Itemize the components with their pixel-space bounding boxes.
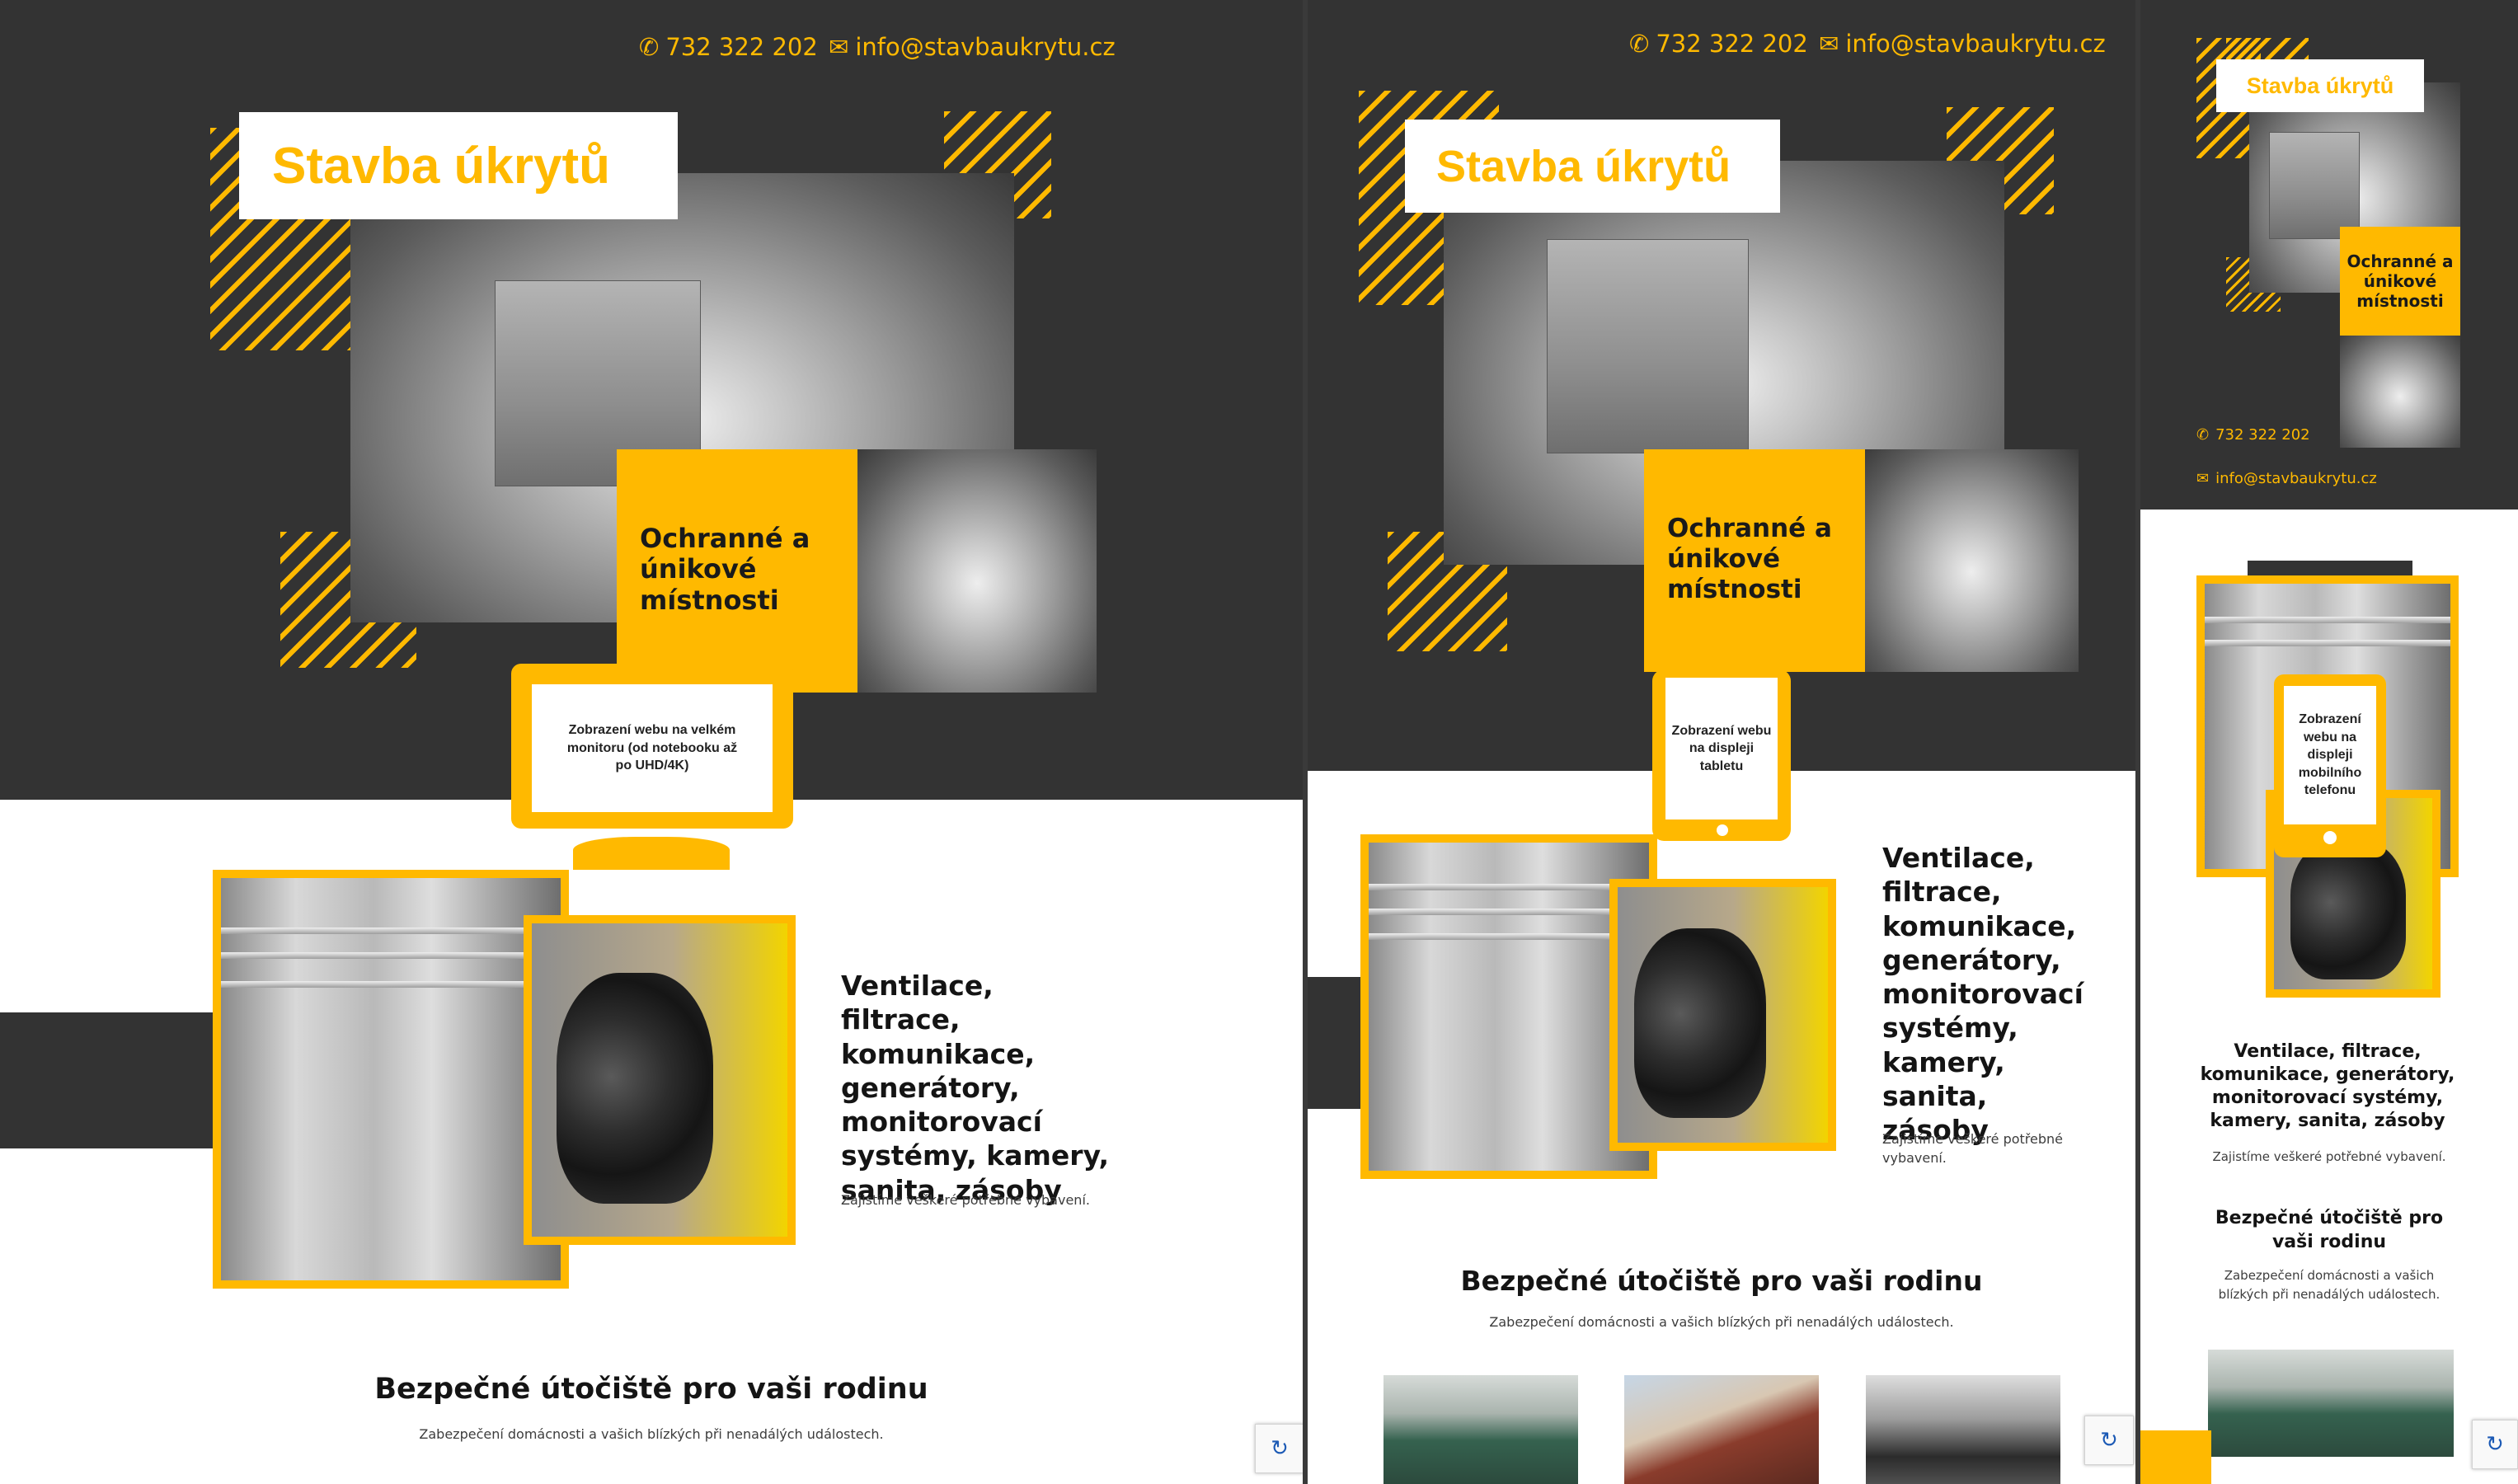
section-title: Bezpečné útočiště pro vaši rodinu <box>2215 1208 2444 1252</box>
brand-title: Stavba úkrytů <box>2246 73 2394 98</box>
concrete-pillar <box>1547 239 1749 453</box>
section-title: Bezpečné útočiště pro vaši rodinu <box>374 1373 928 1406</box>
corridor-photo <box>221 878 561 1280</box>
email-address: info@stavbaukrytu.cz <box>855 33 1116 61</box>
ventilation-unit <box>2290 839 2406 979</box>
hero-badge-text: Ochranné a únikové místnosti <box>2347 251 2454 311</box>
feature-text: Zajistíme veškeré potřebné vybavení. <box>1882 1131 2063 1167</box>
phone-icon: ✆ <box>639 32 660 61</box>
device-caption: Zobrazení webu na displeji mobilního tel… <box>2298 712 2362 798</box>
ventilation-photo <box>532 923 787 1237</box>
mobile-preview: Stavba úkrytů Ochranné a únikové místnos… <box>2140 0 2518 1484</box>
gallery-photo-rescue[interactable] <box>1866 1375 2060 1484</box>
phone-number: 732 322 202 <box>1656 30 1808 58</box>
section-text: Zabezpečení domácnosti a vašich blízkých… <box>419 1426 884 1442</box>
monitor-screen: Zobrazení webu na velkém monitoru (od no… <box>532 684 773 812</box>
recaptcha-badge[interactable]: ↻ <box>2084 1416 2134 1465</box>
brand-title: Stavba úkrytů <box>272 137 611 195</box>
gallery-photo-shelter-hall[interactable] <box>1383 1375 1578 1484</box>
ventilation-unit <box>557 973 713 1204</box>
phone-icon: ✆ <box>2196 425 2210 444</box>
bunker-photo-small <box>2340 334 2460 448</box>
section-text: Zabezpečení domácnosti a vašich blízkých… <box>1489 1314 1954 1330</box>
gallery-photo-shelter-hall[interactable] <box>2208 1350 2454 1457</box>
tablet-home-button <box>1717 824 1728 836</box>
corridor-photo <box>1369 843 1649 1171</box>
device-caption: Zobrazení webu na displeji tabletu <box>1671 723 1772 773</box>
email-address: info@stavbaukrytu.cz <box>1845 30 2106 58</box>
hero-badge: Ochranné a únikové místnosti <box>617 449 857 693</box>
feature-band <box>0 1012 214 1148</box>
monitor-stand <box>573 837 730 870</box>
recaptcha-badge[interactable]: ↻ <box>2472 1420 2518 1469</box>
email-contact[interactable]: ✉ info@stavbaukrytu.cz <box>829 33 1116 61</box>
hero-badge: Ochranné a únikové místnosti <box>1644 449 1865 672</box>
feature-text: Zajistíme veškeré potřebné vybavení. <box>841 1192 1090 1208</box>
mail-icon: ✉ <box>829 32 849 61</box>
ventilation-unit <box>1634 928 1766 1118</box>
section-text: Zabezpečení domácnosti a vašich blízkých… <box>2218 1268 2440 1302</box>
email-address: info@stavbaukrytu.cz <box>2215 470 2377 487</box>
concrete-pillar <box>2269 132 2360 239</box>
feature-title: Ventilace, filtrace, komunikace, generát… <box>2200 1041 2455 1132</box>
mail-icon: ✉ <box>1819 29 1839 58</box>
brand-title: Stavba úkrytů <box>1436 141 1731 191</box>
tablet-preview: ✆ 732 322 202 ✉ info@stavbaukrytu.cz Sta… <box>1308 0 2135 1484</box>
hero-badge: Ochranné a únikové místnosti <box>2340 227 2460 336</box>
recaptcha-icon: ↻ <box>2100 1428 2118 1453</box>
phone-screen: Zobrazení webu na displeji mobilního tel… <box>2284 686 2376 824</box>
bottom-accent <box>2140 1430 2211 1484</box>
phone-contact[interactable]: ✆ 732 322 202 <box>2196 426 2310 444</box>
phone-number: 732 322 202 <box>2215 426 2310 444</box>
feature-title: Ventilace, filtrace, komunikace, generát… <box>1882 842 2083 1146</box>
section-title: Bezpečné útočiště pro vaši rodinu <box>1460 1265 1983 1297</box>
ventilation-photo <box>1618 887 1828 1143</box>
phone-contact[interactable]: ✆ 732 322 202 <box>639 33 818 61</box>
recaptcha-badge[interactable]: ↻ <box>1255 1424 1303 1473</box>
phone-number: 732 322 202 <box>665 33 818 61</box>
phone-icon: ✆ <box>1629 29 1650 58</box>
desktop-preview: ✆ 732 322 202 ✉ info@stavbaukrytu.cz Sta… <box>0 0 1303 1484</box>
brand-box: Stavba úkrytů <box>1405 120 1780 213</box>
recaptcha-icon: ↻ <box>2486 1432 2504 1457</box>
feature-title: Ventilace, filtrace, komunikace, generát… <box>841 970 1110 1206</box>
mail-icon: ✉ <box>2196 469 2210 487</box>
device-caption: Zobrazení webu na velkém monitoru (od no… <box>566 723 738 773</box>
email-contact[interactable]: ✉ info@stavbaukrytu.cz <box>2196 470 2377 487</box>
feature-text: Zajistíme veškeré potřebné vybavení. <box>2212 1149 2446 1164</box>
phone-contact[interactable]: ✆ 732 322 202 <box>1629 30 1808 58</box>
email-contact[interactable]: ✉ info@stavbaukrytu.cz <box>1819 30 2106 58</box>
recaptcha-icon: ↻ <box>1271 1436 1289 1461</box>
brand-box: Stavba úkrytů <box>2216 59 2424 112</box>
hero-badge-text: Ochranné a únikové místnosti <box>640 523 810 616</box>
gallery-photo-damaged-roof[interactable] <box>1624 1375 1819 1484</box>
tablet-screen: Zobrazení webu na displeji tabletu <box>1665 678 1778 819</box>
bunker-photo-small <box>857 449 1097 693</box>
hero-badge-text: Ochranné a únikové místnosti <box>1667 514 1832 605</box>
bunker-photo-small <box>1864 449 2079 672</box>
brand-box: Stavba úkrytů <box>239 112 678 219</box>
phone-home-button <box>2323 831 2337 844</box>
